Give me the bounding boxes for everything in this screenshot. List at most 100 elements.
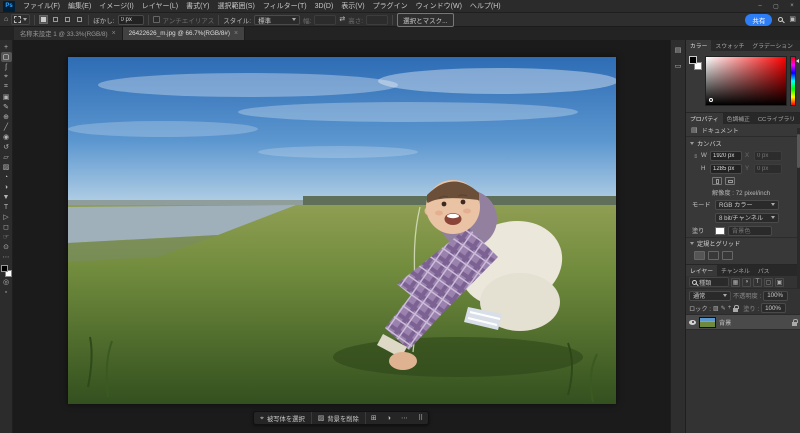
home-icon[interactable]: ⌂	[4, 16, 8, 23]
document-tab-untitled[interactable]: 名称未設定 1 @ 33.3%(RGB/8) ×	[14, 27, 123, 40]
lasso-tool[interactable]: ʃ	[1, 62, 12, 72]
object-selection-tool[interactable]: ⌖	[1, 72, 12, 82]
add-selection-icon[interactable]	[51, 15, 61, 24]
rulers-toggle-icon[interactable]	[694, 251, 705, 260]
filter-shape-icon[interactable]: ▢	[764, 277, 773, 287]
color-picker-cursor[interactable]	[709, 98, 713, 102]
move-tool[interactable]: +	[1, 42, 12, 52]
grid-toggle-icon[interactable]	[708, 251, 719, 260]
tab-properties[interactable]: プロパティ	[686, 113, 723, 124]
landscape-orientation-button[interactable]	[725, 177, 735, 185]
bit-depth-select[interactable]: 8 bit/チャンネル	[715, 212, 779, 223]
comments-panel-icon[interactable]: ▭	[672, 60, 684, 71]
menu-window[interactable]: ウィンドウ(W)	[412, 0, 466, 13]
hue-slider-handle[interactable]	[796, 59, 799, 63]
menu-type[interactable]: 書式(Y)	[182, 0, 213, 13]
maximize-button[interactable]: ▢	[768, 0, 784, 13]
lock-position-icon[interactable]: +	[728, 305, 732, 311]
rectangular-marquee-tool[interactable]: ▢	[0, 52, 12, 62]
layer-visibility-icon[interactable]	[689, 319, 696, 325]
crop-tool[interactable]: ⌗	[1, 82, 12, 92]
eyedropper-tool[interactable]: ✎	[1, 102, 12, 112]
layer-thumbnail[interactable]	[699, 316, 716, 328]
zoom-tool[interactable]: ⊙	[1, 242, 12, 252]
eraser-tool[interactable]: ▱	[1, 152, 12, 162]
blur-tool[interactable]: ◔	[1, 172, 12, 182]
height-input[interactable]	[366, 14, 389, 25]
menu-layer[interactable]: レイヤー(L)	[138, 0, 182, 13]
panel-color-swatches[interactable]	[689, 56, 702, 70]
rulers-grid-section-header[interactable]: 定規とグリッド	[686, 237, 800, 249]
opacity-select[interactable]: 100%	[763, 290, 789, 301]
hand-tool[interactable]: ☞	[1, 232, 12, 242]
menu-help[interactable]: ヘルプ(H)	[466, 0, 505, 13]
guides-toggle-icon[interactable]	[722, 251, 733, 260]
foreground-color-swatch[interactable]	[0, 265, 8, 272]
layer-row-background[interactable]: 背景	[686, 314, 800, 330]
menu-filter[interactable]: フィルター(T)	[259, 0, 311, 13]
menu-image[interactable]: イメージ(I)	[95, 0, 137, 13]
gradient-tool[interactable]: ▨	[1, 162, 12, 172]
tab-paths[interactable]: パス	[754, 265, 774, 276]
canvas-section-header[interactable]: カンバス	[686, 137, 800, 149]
tab-layers[interactable]: レイヤー	[686, 265, 718, 276]
select-and-mask-button[interactable]: 選択とマスク...	[397, 12, 454, 27]
frame-tool[interactable]: ▣	[1, 92, 12, 102]
lock-all-icon[interactable]	[733, 304, 739, 312]
brush-tool[interactable]: ╱	[1, 122, 12, 132]
filter-smart-object-icon[interactable]: ▣	[775, 277, 784, 287]
photo-canvas[interactable]	[68, 57, 616, 404]
style-select[interactable]: 標準	[254, 14, 301, 25]
tab-color[interactable]: カラー	[686, 40, 712, 51]
screen-mode-icon[interactable]: ▫	[1, 287, 12, 297]
color-mode-select[interactable]: RGB カラー	[715, 199, 779, 210]
menu-view[interactable]: 表示(V)	[337, 0, 368, 13]
anti-alias-checkbox[interactable]	[152, 16, 160, 23]
pen-tool[interactable]: ▼	[1, 192, 12, 202]
remove-background-button[interactable]: ▨ 背景を削除	[312, 412, 366, 424]
close-button[interactable]: ×	[784, 0, 800, 13]
menu-edit[interactable]: 編集(E)	[64, 0, 95, 13]
menu-3d[interactable]: 3D(D)	[311, 0, 338, 13]
menu-plugins[interactable]: プラグイン	[369, 0, 412, 13]
adjustments-button[interactable]: ◑	[382, 412, 396, 424]
minimize-button[interactable]: –	[752, 0, 768, 13]
blend-mode-select[interactable]: 通常	[689, 290, 731, 301]
feather-input[interactable]	[117, 14, 144, 25]
tool-preset-picker[interactable]	[11, 14, 31, 25]
select-subject-button[interactable]: ⌖ 被写体を選択	[254, 412, 312, 424]
menu-file[interactable]: ファイル(F)	[19, 0, 64, 13]
transform-button[interactable]: ⊞	[366, 412, 382, 424]
close-icon[interactable]: ×	[112, 30, 116, 37]
document-tab-jpg[interactable]: 26422626_m.jpg @ 66.7%(RGB/8#) ×	[122, 27, 246, 40]
close-icon[interactable]: ×	[234, 30, 238, 37]
fill-color-swatch[interactable]	[715, 226, 725, 235]
type-tool[interactable]: T	[1, 202, 12, 212]
filter-type-icon[interactable]: T	[753, 277, 762, 287]
new-selection-icon[interactable]	[39, 15, 49, 24]
more-options-button[interactable]: ⋯	[396, 412, 413, 424]
swap-dimensions-icon[interactable]: ⇄	[339, 16, 345, 23]
intersect-selection-icon[interactable]	[75, 15, 85, 24]
spot-healing-tool[interactable]: ⊕	[1, 112, 12, 122]
workspace-switcher-icon[interactable]: ▣	[789, 16, 796, 23]
canvas-y-input[interactable]	[754, 163, 782, 174]
width-input[interactable]	[314, 14, 337, 25]
share-button[interactable]: 共有	[745, 13, 773, 26]
layer-filter-type-select[interactable]: 種類	[689, 277, 729, 287]
filter-pixel-icon[interactable]: ▦	[731, 277, 740, 287]
tab-adjustments[interactable]: 色調補正	[723, 113, 754, 124]
layer-fill-select[interactable]: 100%	[761, 303, 787, 313]
filter-adjustment-icon[interactable]: ◑	[742, 277, 751, 287]
fill-mode-select[interactable]: 背景色	[728, 225, 772, 236]
lock-transparent-icon[interactable]: ▨	[713, 305, 719, 312]
dodge-tool[interactable]: ◑	[1, 182, 12, 192]
search-icon[interactable]	[778, 17, 784, 22]
edit-toolbar-icon[interactable]: ⋯	[1, 252, 12, 262]
shape-tool[interactable]: ◻	[1, 222, 12, 232]
lock-pixels-icon[interactable]: ✎	[721, 305, 726, 312]
saturation-brightness-picker[interactable]	[705, 56, 787, 106]
tab-swatches[interactable]: スウォッチ	[711, 40, 748, 51]
color-swatches[interactable]	[0, 265, 12, 277]
layer-locked-icon[interactable]	[792, 318, 798, 326]
